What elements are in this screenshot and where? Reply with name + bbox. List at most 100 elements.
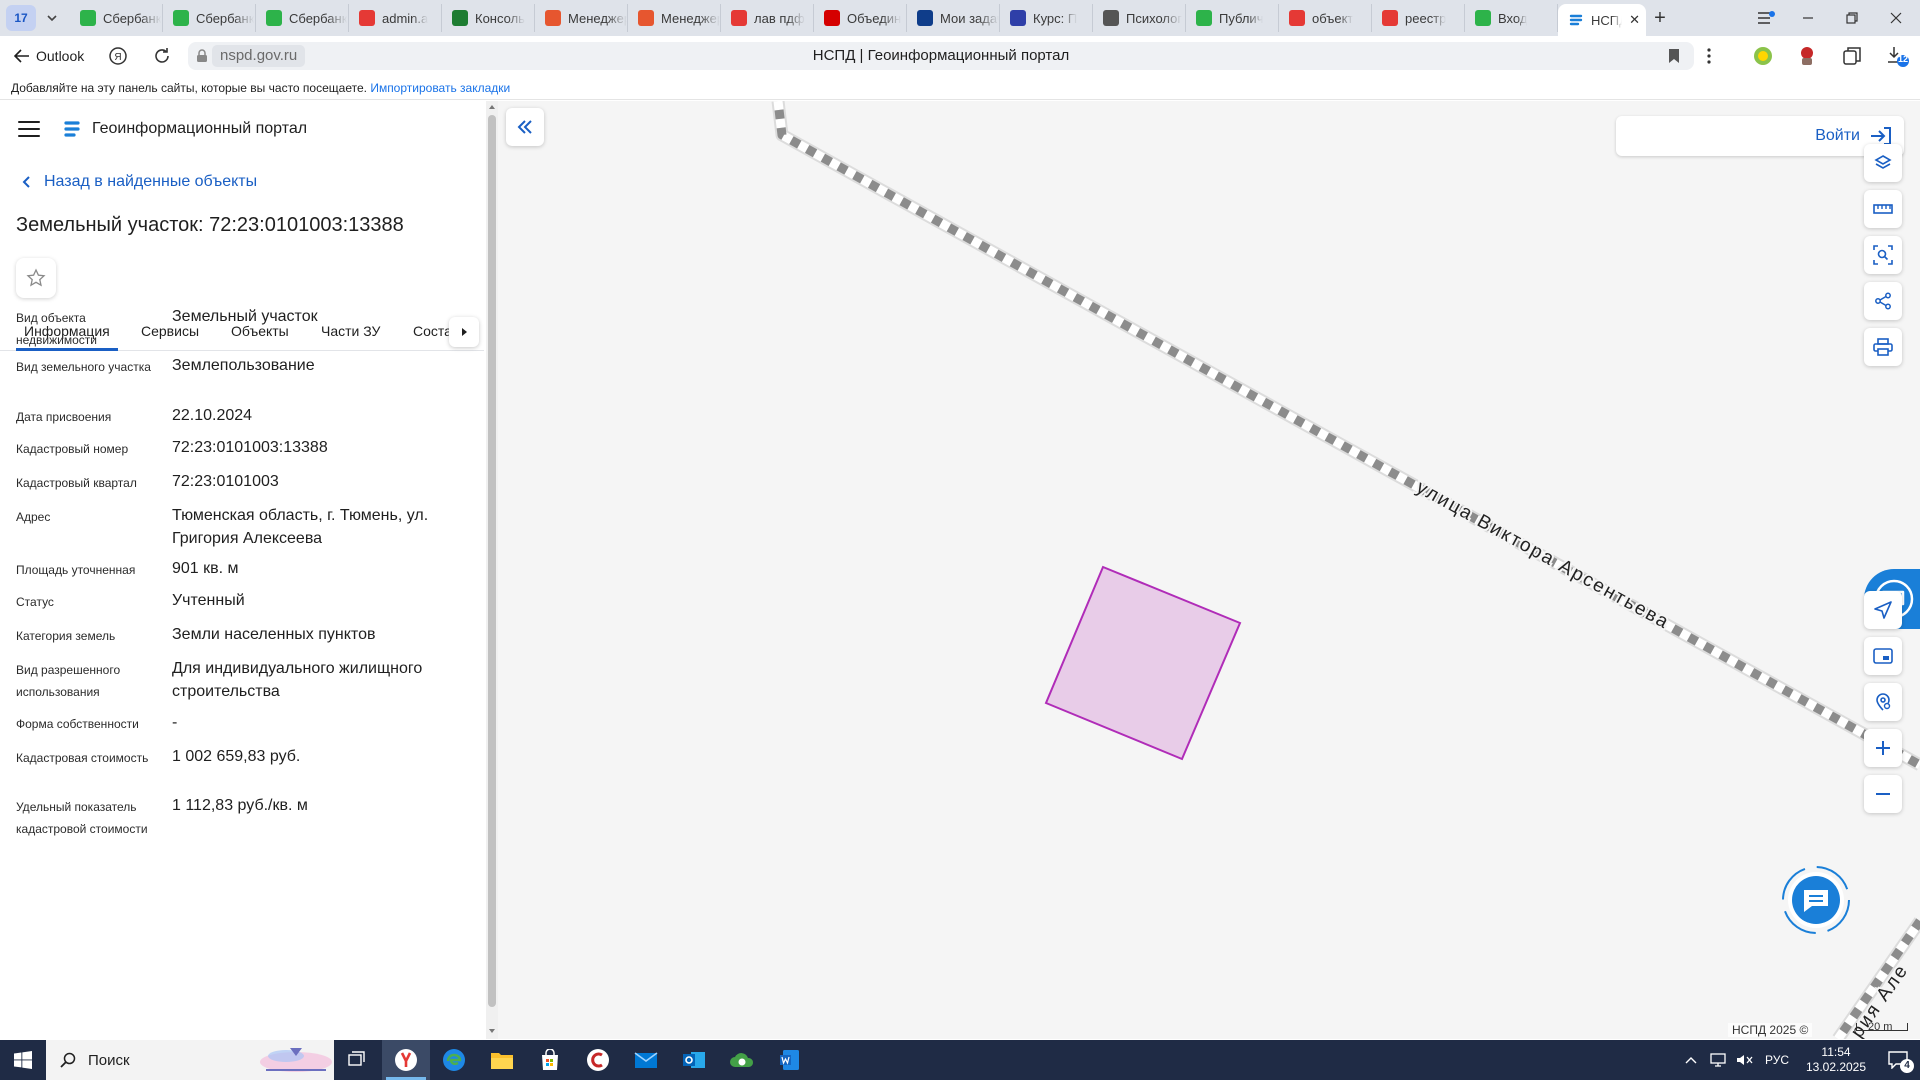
- browser-tab[interactable]: Сбербанк: [163, 4, 256, 32]
- browser-tab[interactable]: Менеджер: [628, 4, 721, 32]
- geo-search-button[interactable]: [1864, 683, 1902, 721]
- close-window-button[interactable]: [1874, 0, 1918, 36]
- browser-tab[interactable]: Мои задачи: [907, 4, 1000, 32]
- taskbar-outlook[interactable]: [670, 1040, 718, 1080]
- attribute-value: 72:23:0101003: [172, 473, 279, 490]
- zoom-in-button[interactable]: [1864, 729, 1902, 767]
- area-search-button[interactable]: [1864, 236, 1902, 274]
- app-c-icon: [587, 1049, 609, 1071]
- more-menu-icon[interactable]: [1706, 46, 1712, 66]
- downloads-button[interactable]: 12: [1886, 44, 1910, 68]
- minimize-button[interactable]: [1786, 0, 1830, 36]
- mail-icon: [634, 1052, 658, 1068]
- info-panel: Геоинформационный портал Назад в найденн…: [0, 101, 484, 1039]
- bookmark-icon[interactable]: [1668, 48, 1680, 64]
- map-canvas[interactable]: улица Виктора Арсентьева рия Але Войти Н…: [498, 101, 1920, 1039]
- taskbar-app-c[interactable]: [574, 1040, 622, 1080]
- browser-tab[interactable]: Психолог: [1093, 4, 1186, 32]
- taskbar-search[interactable]: Поиск: [46, 1040, 334, 1080]
- browser-tab[interactable]: объект: [1279, 4, 1372, 32]
- browser-tab[interactable]: Объедин: [814, 4, 907, 32]
- browser-tab[interactable]: admin.a: [349, 4, 442, 32]
- check-circle-icon: [173, 10, 189, 26]
- bookmark-icon: [1010, 10, 1026, 26]
- browser-tab[interactable]: Менеджер: [535, 4, 628, 32]
- attribute-label: Категория земель: [16, 629, 116, 643]
- extension-icon[interactable]: [1752, 45, 1774, 67]
- import-bookmarks-link[interactable]: Импортировать закладки: [370, 81, 510, 95]
- task-view-button[interactable]: [334, 1040, 382, 1080]
- back-to-results-link[interactable]: Назад в найденные объекты: [22, 173, 257, 191]
- tray-expand-icon[interactable]: [1676, 1056, 1706, 1064]
- browser-tab[interactable]: Сбербанк: [256, 4, 349, 32]
- taskbar-app-green[interactable]: [718, 1040, 766, 1080]
- browser-tab[interactable]: Консоль: [442, 4, 535, 32]
- copyright: НСПД 2025 ©: [1728, 1023, 1813, 1037]
- new-tab-button[interactable]: +: [1646, 4, 1674, 32]
- chat-button[interactable]: [1780, 864, 1852, 936]
- collapse-panel-button[interactable]: [506, 108, 544, 146]
- collections-icon[interactable]: [1842, 46, 1862, 66]
- search-highlight-image: [260, 1048, 332, 1072]
- reload-button[interactable]: [152, 46, 172, 66]
- attribute-value: Для индивидуального жилищного строительс…: [172, 660, 423, 700]
- tab-list-dropdown[interactable]: [40, 5, 64, 31]
- layers-button[interactable]: [1864, 144, 1902, 182]
- browser-tab[interactable]: Публич: [1186, 4, 1279, 32]
- print-button[interactable]: [1864, 328, 1902, 366]
- share-button[interactable]: [1864, 282, 1902, 320]
- search-placeholder: Поиск: [88, 1051, 130, 1069]
- lock-icon: [196, 49, 208, 63]
- check-circle-icon: [266, 10, 282, 26]
- taskbar-store[interactable]: [526, 1040, 574, 1080]
- browser-tab[interactable]: реестр: [1372, 4, 1465, 32]
- nspd-icon: [1568, 12, 1584, 28]
- back-link-label: Назад в найденные объекты: [44, 173, 258, 190]
- clock[interactable]: 11:54 13.02.2025: [1796, 1045, 1876, 1075]
- attribute-value: -: [172, 714, 178, 731]
- browser-tab[interactable]: Курс: П: [1000, 4, 1093, 32]
- taskbar-yandex-browser[interactable]: [382, 1040, 430, 1080]
- attribute-label: Адрес: [16, 510, 51, 524]
- tab-title: объект: [1312, 10, 1354, 26]
- panel-scrollbar[interactable]: [486, 101, 498, 1039]
- attribute-label: Вид земельного участка: [16, 360, 151, 374]
- login-label: Войти: [1815, 127, 1860, 144]
- scale-label: 20 m: [1868, 1021, 1893, 1033]
- notifications-button[interactable]: 4: [1876, 1051, 1920, 1073]
- plus-icon: [1876, 741, 1890, 755]
- yandex-protect-icon[interactable]: Я: [108, 46, 128, 66]
- taskbar-edge[interactable]: [430, 1040, 478, 1080]
- restore-button[interactable]: [1830, 0, 1874, 36]
- tab-count-button[interactable]: 17: [6, 5, 36, 31]
- taskbar-mail[interactable]: [622, 1040, 670, 1080]
- minimap-button[interactable]: [1864, 637, 1902, 675]
- zoom-out-button[interactable]: [1864, 775, 1902, 813]
- language-indicator[interactable]: РУС: [1758, 1053, 1796, 1067]
- task-view-icon: [348, 1051, 365, 1066]
- back-button[interactable]: Outlook: [14, 48, 84, 64]
- network-icon[interactable]: [1706, 1053, 1732, 1067]
- extension-icon-2[interactable]: [1796, 45, 1818, 67]
- measure-button[interactable]: [1864, 190, 1902, 228]
- tab-active[interactable]: НСПД ✕: [1558, 4, 1646, 36]
- scrollbar-thumb[interactable]: [488, 115, 496, 1007]
- favorite-button[interactable]: [16, 258, 56, 298]
- taskbar-explorer[interactable]: [478, 1040, 526, 1080]
- locate-button[interactable]: [1864, 591, 1902, 629]
- hamburger-menu-icon[interactable]: [18, 121, 40, 137]
- login-button[interactable]: Войти: [1616, 116, 1904, 156]
- arrow-left-icon: [14, 49, 29, 63]
- close-tab-icon[interactable]: ✕: [1629, 12, 1640, 28]
- taskbar-word[interactable]: [766, 1040, 814, 1080]
- browser-tab[interactable]: лав пдф: [721, 4, 814, 32]
- browser-tab[interactable]: Вход: [1465, 4, 1558, 32]
- volume-muted-icon[interactable]: [1732, 1053, 1758, 1067]
- browser-tab[interactable]: Сбербанк: [70, 4, 163, 32]
- map-layer[interactable]: улица Виктора Арсентьева рия Але: [498, 101, 1920, 1039]
- tabs-menu-icon[interactable]: [1744, 0, 1788, 36]
- url-field[interactable]: НСПД | Геоинформационный портал nspd.gov…: [188, 42, 1694, 70]
- land-parcel-polygon[interactable]: [1044, 565, 1242, 761]
- object-title: Земельный участок: 72:23:0101003:13388: [16, 214, 404, 236]
- start-button[interactable]: [0, 1040, 46, 1080]
